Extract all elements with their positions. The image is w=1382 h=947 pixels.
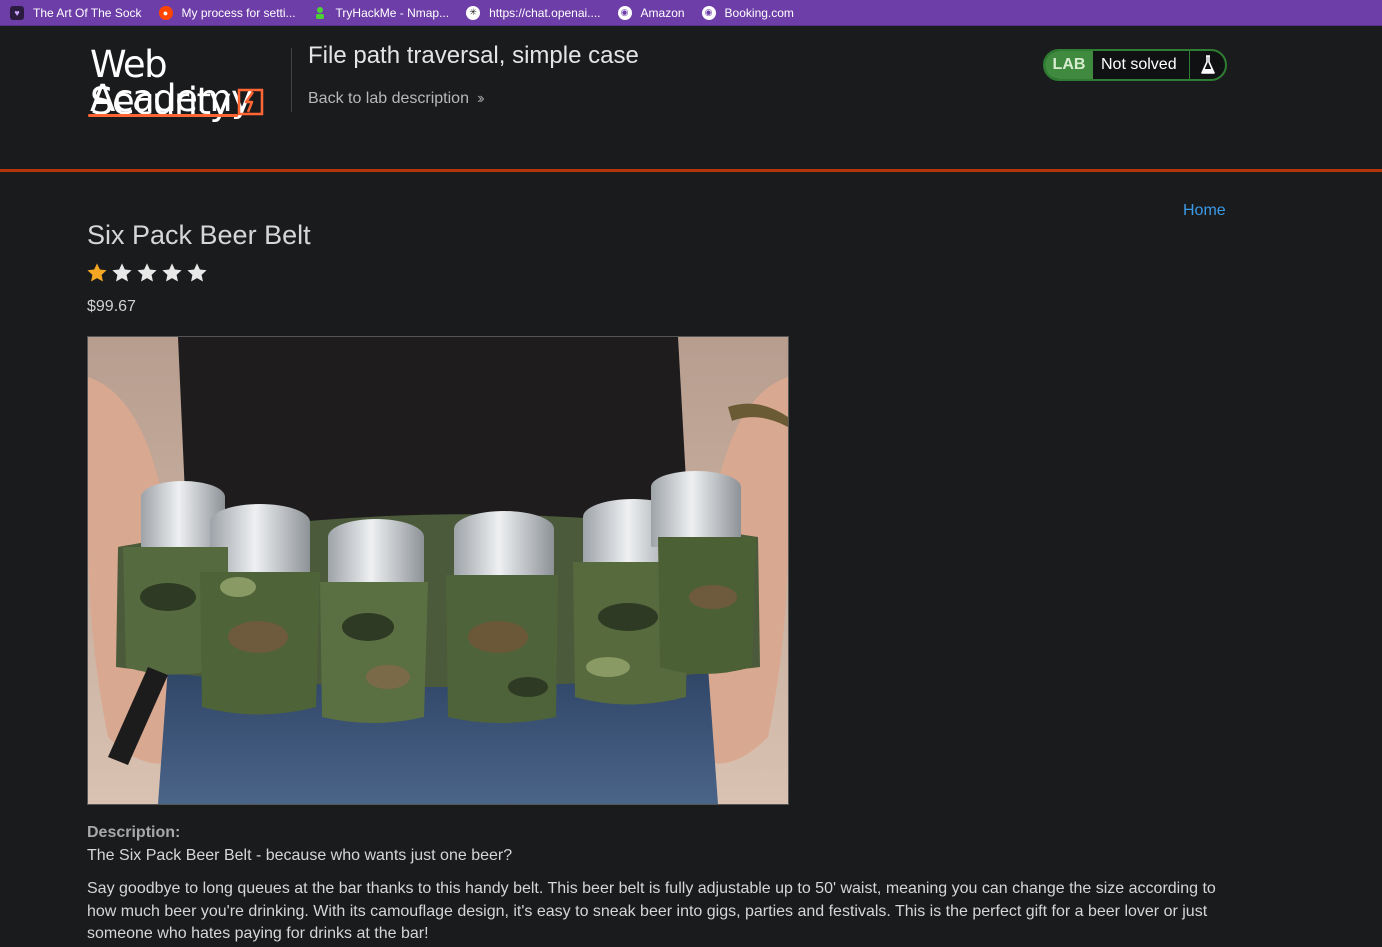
description-body: Say goodbye to long queues at the bar th… bbox=[87, 880, 1216, 942]
star-empty-icon bbox=[137, 263, 157, 282]
back-link-label: Back to lab description bbox=[308, 90, 469, 107]
logo-underline bbox=[88, 114, 238, 117]
header-divider bbox=[291, 48, 292, 112]
sock-icon: ♥ bbox=[10, 5, 24, 20]
bookmarks-bar: ♥ The Art Of The Sock ● My process for s… bbox=[0, 0, 1382, 26]
back-to-lab-description-link[interactable]: Back to lab description ›› bbox=[308, 90, 484, 108]
bookmark-booking[interactable]: ◉ Booking.com bbox=[701, 5, 794, 21]
lab-badge: LAB bbox=[1045, 51, 1093, 79]
bookmark-label: The Art Of The Sock bbox=[33, 5, 142, 20]
logo-line-2: Academy bbox=[90, 77, 253, 120]
header-accent-rule bbox=[0, 169, 1382, 172]
home-link[interactable]: Home bbox=[1183, 202, 1226, 220]
star-empty-icon bbox=[112, 263, 132, 282]
bookmark-label: Booking.com bbox=[724, 5, 794, 20]
description-tagline: The Six Pack Beer Belt - because who wan… bbox=[87, 847, 513, 864]
bookmark-chat-openai[interactable]: ✳ https://chat.openai.... bbox=[466, 5, 601, 21]
tryhackme-icon bbox=[313, 6, 327, 20]
bookmark-reddit-process[interactable]: ● My process for setti... bbox=[158, 5, 296, 21]
web-security-academy-logo[interactable]: Web Security Academy bbox=[88, 46, 288, 120]
flask-icon bbox=[1189, 51, 1225, 79]
bookmark-label: https://chat.openai.... bbox=[489, 5, 601, 20]
lab-status-text: Not solved bbox=[1101, 56, 1177, 73]
description-label: Description: bbox=[87, 824, 181, 841]
lightning-bolt-icon bbox=[237, 88, 264, 116]
globe-icon: ◉ bbox=[617, 5, 632, 20]
openai-icon: ✳ bbox=[466, 5, 481, 20]
product-title: Six Pack Beer Belt bbox=[87, 220, 311, 250]
product-price: $99.67 bbox=[87, 298, 136, 315]
product-rating bbox=[86, 262, 208, 284]
bookmark-art-of-the-sock[interactable]: ♥ The Art Of The Sock bbox=[10, 5, 142, 21]
bookmark-tryhackme[interactable]: TryHackMe - Nmap... bbox=[313, 5, 450, 21]
bookmark-label: Amazon bbox=[640, 5, 685, 20]
star-filled-icon bbox=[87, 263, 107, 282]
lab-status-widget: LAB Not solved bbox=[1043, 49, 1227, 81]
bookmark-label: TryHackMe - Nmap... bbox=[335, 5, 450, 20]
star-empty-icon bbox=[187, 263, 207, 282]
reddit-icon: ● bbox=[158, 5, 173, 20]
lab-title: File path traversal, simple case bbox=[308, 42, 639, 69]
beer-belt-photo bbox=[88, 337, 788, 804]
double-chevron-right-icon: ›› bbox=[476, 90, 484, 107]
globe-icon: ◉ bbox=[701, 5, 716, 20]
bookmark-label: My process for setti... bbox=[181, 5, 296, 20]
star-empty-icon bbox=[162, 263, 182, 282]
product-image bbox=[87, 336, 789, 805]
bookmark-amazon[interactable]: ◉ Amazon bbox=[617, 5, 685, 21]
